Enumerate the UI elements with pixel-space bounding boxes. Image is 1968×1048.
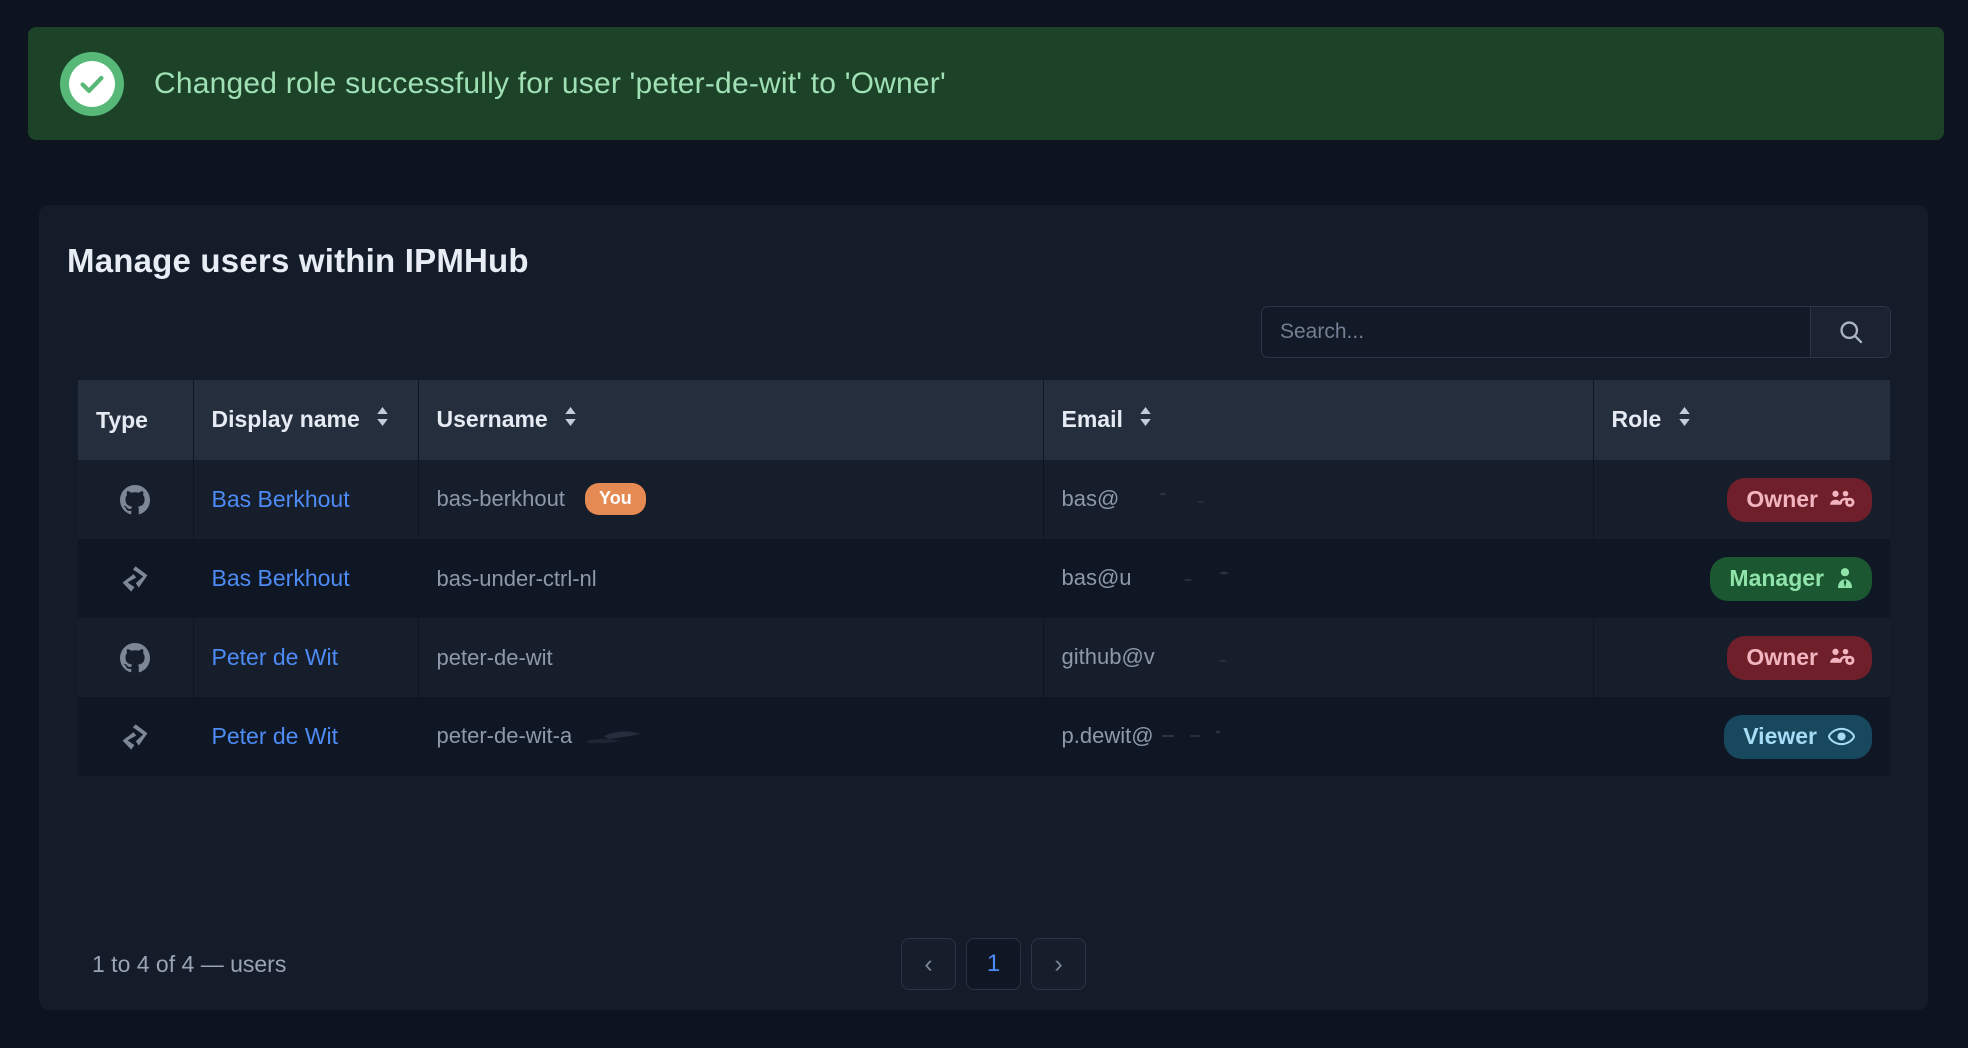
cell-display-name: Peter de Wit xyxy=(193,618,419,697)
column-header-type: Type xyxy=(78,380,194,460)
user-tie-icon xyxy=(1835,567,1855,589)
role-label: Viewer xyxy=(1743,722,1817,749)
search-row xyxy=(39,280,1928,358)
role-badge-viewer[interactable]: Viewer xyxy=(1724,714,1872,759)
cell-display-name: Peter de Wit xyxy=(193,697,419,776)
page-title: Manage users within IPMHub xyxy=(67,242,529,279)
sort-icon[interactable] xyxy=(375,406,390,433)
role-label: Owner xyxy=(1746,643,1818,670)
username-text: bas-under-ctrl-nl xyxy=(436,565,597,591)
column-label-email: Email xyxy=(1061,405,1123,432)
table-row: Peter de Wit peter-de-wit-a p.dewit@ Vie… xyxy=(78,697,1890,776)
search-button[interactable] xyxy=(1810,307,1890,357)
user-name-link[interactable]: Peter de Wit xyxy=(212,644,339,670)
table-row: Bas Berkhout bas-under-ctrl-nl bas@u Man… xyxy=(78,539,1890,618)
success-banner: Changed role successfully for user 'pete… xyxy=(28,27,1944,140)
cell-role: Viewer xyxy=(1593,697,1890,776)
email-text: p.dewit@ xyxy=(1061,722,1154,748)
user-name-link[interactable]: Bas Berkhout xyxy=(212,486,350,512)
table-row: Bas Berkhout bas-berkhout You bas@ Owner xyxy=(78,460,1890,539)
sort-icon[interactable] xyxy=(1138,406,1153,433)
email-text: bas@ xyxy=(1061,485,1120,511)
azure-devops-icon xyxy=(119,722,151,750)
pagination-page-1-button[interactable]: 1 xyxy=(966,938,1021,990)
cell-role: Manager xyxy=(1593,539,1890,618)
check-circle-icon xyxy=(60,51,124,116)
search-group xyxy=(1261,306,1891,358)
column-header-role[interactable]: Role xyxy=(1593,380,1890,460)
role-badge-owner[interactable]: Owner xyxy=(1727,477,1872,522)
github-icon xyxy=(120,642,151,672)
users-card: Manage users within IPMHub Search... Typ… xyxy=(39,205,1928,1010)
users-table: Type Display name Username Email Role Ba… xyxy=(78,380,1890,776)
username-text: peter-de-wit xyxy=(436,644,553,670)
cell-role: Owner xyxy=(1593,618,1890,697)
users-gear-icon xyxy=(1829,646,1855,668)
redaction-smudge xyxy=(1161,647,1281,673)
cell-email: github@v xyxy=(1043,618,1594,697)
cell-username: bas-berkhout You xyxy=(418,460,1044,539)
github-icon xyxy=(120,484,151,514)
cell-username: peter-de-wit xyxy=(418,618,1044,697)
search-icon xyxy=(1837,318,1865,346)
success-banner-message: Changed role successfully for user 'pete… xyxy=(154,66,946,100)
pagination: ‹ 1 › xyxy=(901,938,1086,990)
column-header-email[interactable]: Email xyxy=(1043,380,1594,460)
table-footer: 1 to 4 of 4 — users ‹ 1 › xyxy=(39,918,1928,1010)
role-badge-owner[interactable]: Owner xyxy=(1727,635,1872,680)
search-input[interactable] xyxy=(1262,307,1810,357)
column-header-display-name[interactable]: Display name xyxy=(193,380,419,460)
you-badge: You xyxy=(585,482,646,515)
azure-devops-icon xyxy=(119,564,151,592)
users-gear-icon xyxy=(1829,488,1855,510)
username-text: bas-berkhout xyxy=(436,485,565,511)
cell-email: bas@ xyxy=(1043,460,1594,539)
sort-icon[interactable] xyxy=(1677,406,1692,433)
cell-type xyxy=(78,539,194,618)
pagination-next-button[interactable]: › xyxy=(1031,938,1086,990)
redaction-smudge xyxy=(1160,726,1280,752)
column-label-username: Username xyxy=(436,405,548,432)
user-name-link[interactable]: Bas Berkhout xyxy=(212,565,350,591)
cell-type xyxy=(78,618,194,697)
column-label-display-name: Display name xyxy=(211,405,360,432)
role-badge-manager[interactable]: Manager xyxy=(1710,556,1872,601)
cell-display-name: Bas Berkhout xyxy=(193,539,419,618)
username-text: peter-de-wit-a xyxy=(436,722,573,748)
table-header-row: Type Display name Username Email Role xyxy=(78,380,1890,460)
eye-icon xyxy=(1828,727,1855,746)
column-label-role: Role xyxy=(1611,405,1662,432)
cell-role: Owner xyxy=(1593,460,1890,539)
column-label-type: Type xyxy=(96,406,148,433)
cell-email: p.dewit@ xyxy=(1043,697,1594,776)
cell-username: bas-under-ctrl-nl xyxy=(418,539,1044,618)
redaction-smudge xyxy=(1125,489,1245,515)
cell-type xyxy=(78,697,194,776)
sort-icon[interactable] xyxy=(563,406,578,433)
role-label: Owner xyxy=(1746,485,1818,512)
email-text: github@v xyxy=(1061,643,1155,669)
role-label: Manager xyxy=(1729,564,1824,591)
page-root: Changed role successfully for user 'pete… xyxy=(0,0,1968,1048)
cell-type xyxy=(78,460,194,539)
record-count-label: 1 to 4 of 4 — users xyxy=(92,950,287,977)
cell-email: bas@u xyxy=(1043,539,1594,618)
pagination-prev-button[interactable]: ‹ xyxy=(901,938,956,990)
redaction-smudge xyxy=(578,723,688,755)
user-name-link[interactable]: Peter de Wit xyxy=(212,723,339,749)
table-row: Peter de Wit peter-de-wit github@v Owner xyxy=(78,618,1890,697)
column-header-username[interactable]: Username xyxy=(418,380,1044,460)
cell-display-name: Bas Berkhout xyxy=(193,460,419,539)
cell-username: peter-de-wit-a xyxy=(418,697,1044,776)
email-text: bas@u xyxy=(1061,564,1132,590)
redaction-smudge xyxy=(1138,568,1258,594)
